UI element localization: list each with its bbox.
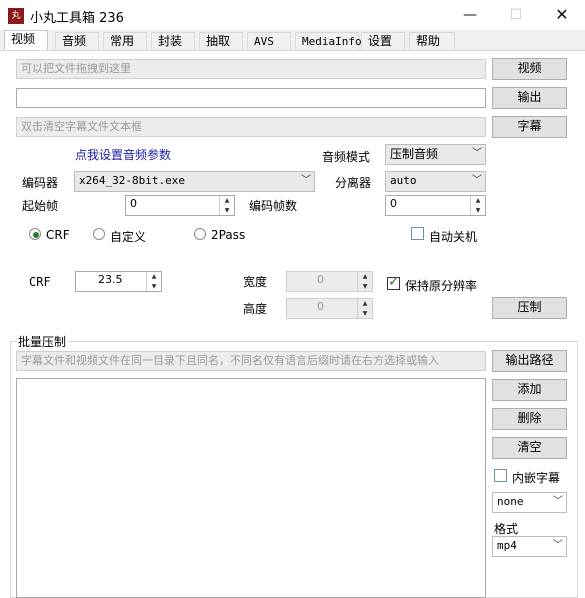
tab-mediainfo[interactable]: MediaInfo <box>295 32 362 50</box>
minimize-button[interactable]: — <box>447 0 493 30</box>
encode-frames-label: 编码帧数 <box>249 199 298 213</box>
delete-button[interactable]: 删除 <box>492 408 567 430</box>
spinner-arrows-icon[interactable]: ▲ ▼ <box>357 272 372 291</box>
batch-group-title: 批量压制 <box>16 333 69 350</box>
width-value: 0 <box>317 273 324 286</box>
maximize-button[interactable]: ☐ <box>493 0 539 30</box>
output-input[interactable] <box>16 88 486 108</box>
output-path-button[interactable]: 输出路径 <box>492 350 567 372</box>
tab-settings[interactable]: 设置 <box>361 32 405 50</box>
height-spinner[interactable]: 0 ▲ ▼ <box>286 298 373 319</box>
chevron-down-icon: ﹀ <box>553 496 563 507</box>
embed-subtitle-label: 内嵌字幕 <box>512 471 561 485</box>
crf-spinner[interactable]: 23.5 ▲ ▼ <box>75 271 162 292</box>
audio-mode-label: 音频模式 <box>322 150 371 164</box>
app-icon: 丸 <box>8 8 24 24</box>
window-title: 小丸工具箱 236 <box>30 11 124 26</box>
demuxer-value: auto <box>390 174 417 187</box>
radio-custom[interactable] <box>93 228 105 240</box>
format-select[interactable]: mp4 ﹀ <box>492 536 567 557</box>
tab-audio[interactable]: 音频 <box>55 32 99 50</box>
demuxer-label: 分离器 <box>335 176 372 190</box>
video-input[interactable]: 可以把文件拖拽到这里 <box>16 59 486 79</box>
subtitle-lang-select[interactable]: none ﹀ <box>492 492 567 513</box>
demuxer-select[interactable]: auto ﹀ <box>385 171 486 192</box>
radio-custom-label: 自定义 <box>110 230 147 244</box>
subtitle-button[interactable]: 字幕 <box>492 116 567 138</box>
crf-label: CRF <box>29 275 51 289</box>
height-value: 0 <box>317 300 324 313</box>
video-button[interactable]: 视频 <box>492 58 567 80</box>
clear-button[interactable]: 清空 <box>492 437 567 459</box>
auto-shutdown-checkbox[interactable] <box>411 227 424 240</box>
height-label: 高度 <box>243 302 268 316</box>
tab-extract[interactable]: 抽取 <box>199 32 243 50</box>
tab-help[interactable]: 帮助 <box>409 32 455 50</box>
start-frame-spinner[interactable]: 0 ▲ ▼ <box>125 195 235 216</box>
radio-2pass[interactable] <box>194 228 206 240</box>
embed-subtitle-checkbox[interactable] <box>494 469 507 482</box>
encoder-label: 编码器 <box>22 176 59 190</box>
spinner-arrows-icon[interactable]: ▲ ▼ <box>146 272 161 291</box>
format-value: mp4 <box>497 539 517 552</box>
batch-hint-input[interactable]: 字幕文件和视频文件在同一目录下且同名，不同名仅有语言后缀时请在右方选择或输入 <box>16 351 486 371</box>
spinner-arrows-icon[interactable]: ▲ ▼ <box>470 196 485 215</box>
width-label: 宽度 <box>243 275 268 289</box>
start-frame-label: 起始帧 <box>22 199 59 213</box>
auto-shutdown-label: 自动关机 <box>429 230 478 244</box>
encode-frames-value: 0 <box>390 197 397 210</box>
batch-file-list[interactable] <box>16 378 486 598</box>
radio-crf[interactable] <box>29 228 41 240</box>
spinner-arrows-icon[interactable]: ▲ ▼ <box>219 196 234 215</box>
close-button[interactable]: ✕ <box>539 0 585 30</box>
format-label: 格式 <box>494 522 519 536</box>
encoder-value: x264_32-8bit.exe <box>79 174 185 187</box>
tab-avs[interactable]: AVS <box>247 32 291 50</box>
encoder-select[interactable]: x264_32-8bit.exe ﹀ <box>74 171 315 192</box>
radio-2pass-label: 2Pass <box>211 228 246 242</box>
subtitle-input[interactable]: 双击清空字幕文件文本框 <box>16 117 486 137</box>
chevron-down-icon: ﹀ <box>472 148 482 159</box>
audio-mode-value: 压制音频 <box>390 147 439 161</box>
keep-resolution-checkbox[interactable] <box>387 274 400 290</box>
width-spinner[interactable]: 0 ▲ ▼ <box>286 271 373 292</box>
start-frame-value: 0 <box>130 197 137 210</box>
crf-value: 23.5 <box>98 273 123 286</box>
radio-crf-label: CRF <box>46 228 70 242</box>
tab-mux[interactable]: 封装 <box>151 32 195 50</box>
chevron-down-icon: ﹀ <box>301 175 311 186</box>
chevron-down-icon: ﹀ <box>472 175 482 186</box>
encode-frames-spinner[interactable]: 0 ▲ ▼ <box>385 195 486 216</box>
spinner-arrows-icon[interactable]: ▲ ▼ <box>357 299 372 318</box>
subtitle-lang-value: none <box>497 495 524 508</box>
tab-video[interactable]: 视频 <box>4 30 48 51</box>
tab-common[interactable]: 常用 <box>103 32 147 50</box>
audio-mode-select[interactable]: 压制音频 ﹀ <box>385 144 486 165</box>
audio-params-link[interactable]: 点我设置音频参数 <box>75 146 171 163</box>
title-bar: 丸 小丸工具箱 236 — ☐ ✕ <box>0 0 585 30</box>
chevron-down-icon: ﹀ <box>553 540 563 551</box>
tab-strip: 视频 音频 常用 封装 抽取 AVS MediaInfo 设置 帮助 <box>0 30 585 51</box>
output-button[interactable]: 输出 <box>492 87 567 109</box>
add-button[interactable]: 添加 <box>492 379 567 401</box>
encode-button[interactable]: 压制 <box>492 297 567 319</box>
keep-resolution-label: 保持原分辨率 <box>405 279 478 293</box>
